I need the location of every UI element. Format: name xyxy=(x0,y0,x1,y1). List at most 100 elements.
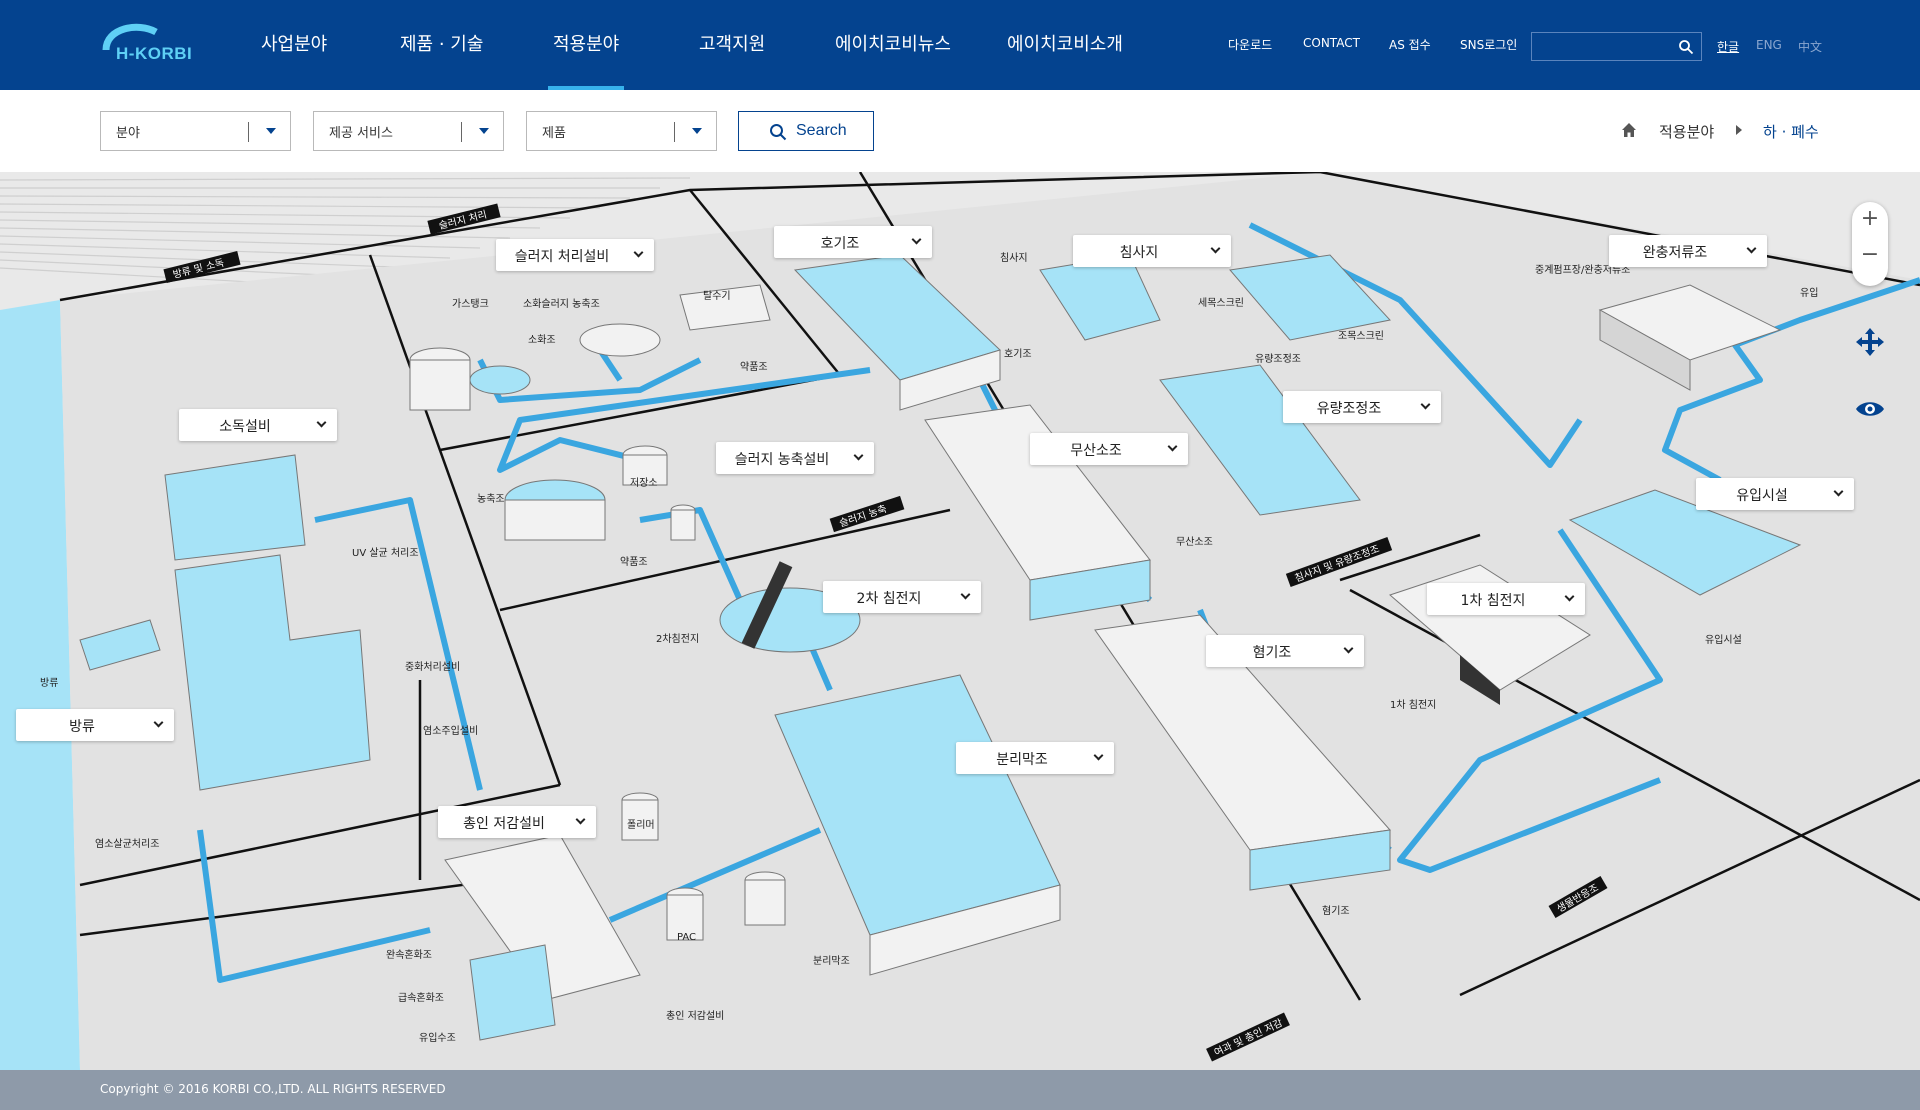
move-arrows-icon[interactable] xyxy=(1853,325,1887,359)
callout-chemical-1: 약품조 xyxy=(740,361,768,373)
field-select[interactable]: 분야 xyxy=(100,111,291,151)
callout-flow-equalization: 유량조정조 xyxy=(1255,353,1301,365)
chevron-down-icon xyxy=(1167,441,1178,452)
callout-inflow-facility: 유입시설 xyxy=(1705,633,1742,646)
callout-gas-tank: 가스탱크 xyxy=(452,298,489,310)
nav-business[interactable]: 사업분야 xyxy=(261,30,327,56)
callout-uv: UV 살균 처리조 xyxy=(352,547,419,559)
popup-discharge[interactable]: 방류 xyxy=(16,709,174,741)
select-divider xyxy=(461,122,462,142)
callout-grit: 침사지 xyxy=(1000,252,1028,264)
callout-chlorine-tank: 염소살균처리조 xyxy=(95,838,159,850)
top-header: H-KORBI 사업분야 제품 · 기술 적용분야 고객지원 에이치코비뉴스 에… xyxy=(0,0,1920,90)
popup-aeration[interactable]: 호기조 xyxy=(774,226,932,258)
callout-digester: 소화조 xyxy=(528,334,556,346)
callout-coarse-screen: 조목스크린 xyxy=(1338,330,1384,342)
zoom-in-button[interactable]: + xyxy=(1852,206,1888,242)
download-link[interactable]: 다운로드 xyxy=(1228,36,1272,53)
header-search-box xyxy=(1531,32,1702,61)
chevron-down-icon xyxy=(316,417,327,428)
breadcrumb-level2[interactable]: 하 · 폐수 xyxy=(1763,121,1819,142)
callout-fine-screen: 세목스크린 xyxy=(1198,297,1244,309)
chevron-down-icon xyxy=(692,128,702,134)
callout-phosphorus: 총인 저감설비 xyxy=(666,1010,724,1022)
service-select[interactable]: 제공 서비스 xyxy=(313,111,504,151)
search-icon[interactable] xyxy=(1678,39,1694,55)
chevron-right-icon xyxy=(1736,125,1742,135)
logo-text: H-KORBI xyxy=(116,44,193,63)
plant-illustration: 슬러지 처리 방류 및 소독 슬러지 농축 침사지 및 유량조정조 생물반응조 … xyxy=(0,172,1920,1070)
chevron-down-icon xyxy=(853,450,864,461)
callout-anoxic: 무산소조 xyxy=(1176,536,1213,548)
nav-products[interactable]: 제품 · 기술 xyxy=(400,30,483,56)
chevron-down-icon xyxy=(479,128,489,134)
callout-neutralization: 중화처리설비 xyxy=(405,661,460,673)
popup-grit-chamber[interactable]: 침사지 xyxy=(1073,235,1231,267)
nav-support[interactable]: 고객지원 xyxy=(699,30,765,56)
breadcrumb-level1[interactable]: 적용분야 xyxy=(1659,121,1714,142)
contact-link[interactable]: CONTACT xyxy=(1303,36,1360,50)
header-search-input[interactable] xyxy=(1538,37,1668,56)
product-select[interactable]: 제품 xyxy=(526,111,717,151)
search-button-label: Search xyxy=(796,122,847,139)
popup-buffer-tank[interactable]: 완충저류조 xyxy=(1609,235,1767,267)
nav-applications[interactable]: 적용분야 xyxy=(553,30,619,56)
popup-membrane[interactable]: 분리막조 xyxy=(956,742,1114,774)
popup-inflow-facility[interactable]: 유입시설 xyxy=(1696,478,1854,510)
callout-slow-mix: 완속혼화조 xyxy=(386,948,432,961)
callout-inflow: 유입 xyxy=(1800,286,1818,299)
chevron-down-icon xyxy=(1746,243,1757,254)
select-divider xyxy=(248,122,249,142)
callout-secondary: 2차침전지 xyxy=(656,633,699,645)
callout-storage: 저장소 xyxy=(630,477,658,489)
popup-primary-clarifier[interactable]: 1차 침전지 xyxy=(1427,583,1585,615)
sns-login-link[interactable]: SNS로그인 xyxy=(1460,36,1517,53)
callout-chlorine-injection: 염소주입설비 xyxy=(423,724,478,737)
nav-about[interactable]: 에이치코비소개 xyxy=(1007,30,1123,56)
search-button[interactable]: Search xyxy=(738,111,874,151)
home-icon[interactable] xyxy=(1621,122,1637,138)
chevron-down-icon xyxy=(1210,243,1221,254)
chevron-down-icon xyxy=(153,717,164,728)
lang-english[interactable]: ENG xyxy=(1756,38,1782,52)
select-divider xyxy=(674,122,675,142)
service-select-label: 제공 서비스 xyxy=(329,126,393,141)
callout-polymer: 폴리머 xyxy=(627,819,655,831)
chevron-down-icon xyxy=(1343,643,1354,654)
chevron-down-icon xyxy=(266,128,276,134)
h-korbi-logo[interactable]: H-KORBI xyxy=(98,20,208,68)
chevron-down-icon xyxy=(575,814,586,825)
popup-sludge-treatment[interactable]: 슬러지 처리설비 xyxy=(496,239,654,271)
eye-icon[interactable] xyxy=(1853,392,1887,426)
search-icon xyxy=(770,124,787,141)
callout-thickener: 농축조 xyxy=(477,493,505,505)
popup-anoxic[interactable]: 무산소조 xyxy=(1030,433,1188,465)
field-select-label: 분야 xyxy=(116,126,140,141)
copyright-text: Copyright © 2016 KORBI CO.,LTD. ALL RIGH… xyxy=(100,1082,446,1096)
popup-anaerobic[interactable]: 혐기조 xyxy=(1206,635,1364,667)
chevron-down-icon xyxy=(911,234,922,245)
lang-korean[interactable]: 한글 xyxy=(1717,38,1739,55)
as-request-link[interactable]: AS 접수 xyxy=(1389,36,1431,53)
chevron-down-icon xyxy=(960,589,971,600)
callout-chemical-2: 약품조 xyxy=(620,556,648,568)
popup-disinfection[interactable]: 소독설비 xyxy=(179,409,337,441)
zoom-control: + − xyxy=(1852,202,1888,286)
plant-map[interactable]: 슬러지 처리 방류 및 소독 슬러지 농축 침사지 및 유량조정조 생물반응조 … xyxy=(0,172,1920,1070)
callout-membrane: 분리막조 xyxy=(813,955,850,967)
zoom-out-button[interactable]: − xyxy=(1852,242,1888,278)
lang-chinese[interactable]: 中文 xyxy=(1798,38,1822,55)
nav-news[interactable]: 에이치코비뉴스 xyxy=(835,30,951,56)
callout-pac: PAC xyxy=(677,932,696,943)
callout-digested-sludge: 소화슬러지 농축조 xyxy=(523,298,600,310)
popup-flow-equalization[interactable]: 유량조정조 xyxy=(1283,391,1441,423)
callout-dehydrator: 탈수기 xyxy=(703,289,731,302)
popup-sludge-thickening[interactable]: 슬러지 농축설비 xyxy=(716,442,874,474)
popup-secondary-clarifier[interactable]: 2차 침전지 xyxy=(823,581,981,613)
callout-discharge: 방류 xyxy=(40,677,58,689)
callout-anaerobic: 혐기조 xyxy=(1322,905,1350,917)
chevron-down-icon xyxy=(1093,750,1104,761)
chevron-down-icon xyxy=(633,247,644,258)
popup-phosphorus-reduction[interactable]: 총인 저감설비 xyxy=(438,806,596,838)
product-select-label: 제품 xyxy=(542,126,566,141)
